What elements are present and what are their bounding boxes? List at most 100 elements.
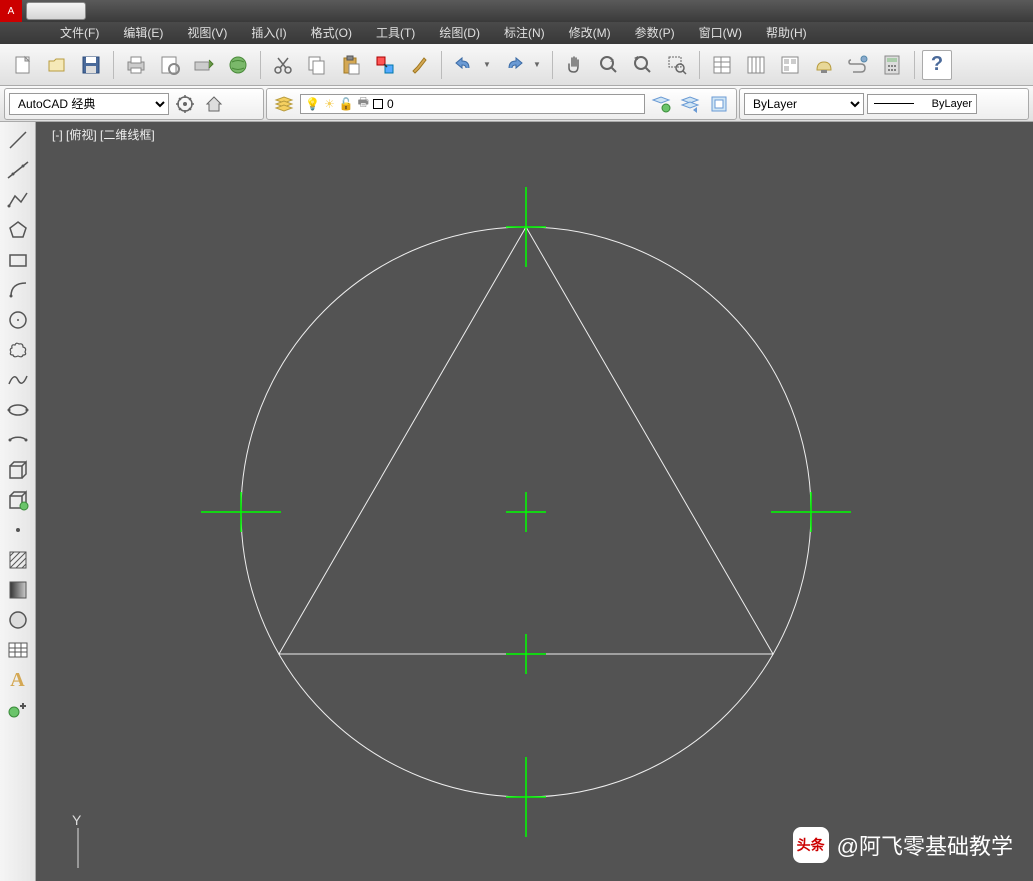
- sun-icon: ☀: [324, 97, 335, 111]
- menu-tools[interactable]: 工具(T): [364, 22, 427, 44]
- point-icon[interactable]: [3, 516, 33, 544]
- workspace-panel: AutoCAD 经典: [4, 88, 264, 120]
- print-icon[interactable]: [121, 50, 151, 80]
- layer-panel: 💡 ☀ 🔓 🖶 0: [266, 88, 737, 120]
- title-bar: A: [0, 0, 1033, 22]
- publish-icon[interactable]: [189, 50, 219, 80]
- save-icon[interactable]: [76, 50, 106, 80]
- menu-format[interactable]: 格式(O): [299, 22, 364, 44]
- add-selected-icon[interactable]: [3, 696, 33, 724]
- undo-icon[interactable]: [449, 50, 479, 80]
- tool-palette-icon[interactable]: [775, 50, 805, 80]
- gradient-icon[interactable]: [3, 576, 33, 604]
- ucs-y-label: Y: [72, 812, 102, 828]
- insert-block-icon[interactable]: [3, 456, 33, 484]
- properties-toolbar: AutoCAD 经典 💡 ☀ 🔓 🖶 0 ByLayer ByLayer: [0, 86, 1033, 122]
- 3dprint-icon[interactable]: [223, 50, 253, 80]
- construction-line-icon[interactable]: [3, 156, 33, 184]
- lock-icon: 🔓: [339, 97, 354, 111]
- watermark-text: @阿飞零基础教学: [837, 829, 1013, 861]
- grip-base[interactable]: [506, 634, 546, 674]
- linetype-dropdown[interactable]: ByLayer: [867, 94, 977, 114]
- line-icon[interactable]: [3, 126, 33, 154]
- watermark: 头条 @阿飞零基础教学: [793, 827, 1013, 863]
- ucs-icon: Y: [72, 812, 102, 871]
- grip-top[interactable]: [506, 187, 546, 267]
- brush-icon[interactable]: [404, 50, 434, 80]
- menu-dimension[interactable]: 标注(N): [492, 22, 557, 44]
- arc-icon[interactable]: [3, 276, 33, 304]
- bulb-icon: 💡: [305, 97, 320, 111]
- region-icon[interactable]: [3, 606, 33, 634]
- help-icon[interactable]: ?: [922, 50, 952, 80]
- circle-icon[interactable]: [3, 306, 33, 334]
- menu-modify[interactable]: 修改(M): [557, 22, 623, 44]
- calc-icon[interactable]: [877, 50, 907, 80]
- drawing-content: [36, 122, 1033, 881]
- undo-dropdown[interactable]: ▼: [483, 60, 495, 69]
- layer-dropdown[interactable]: 💡 ☀ 🔓 🖶 0: [300, 94, 645, 114]
- menu-parametric[interactable]: 参数(P): [623, 22, 687, 44]
- workspace-settings-icon[interactable]: [172, 91, 198, 117]
- grip-center[interactable]: [506, 492, 546, 532]
- properties-panel: ByLayer ByLayer: [739, 88, 1029, 120]
- properties-icon[interactable]: [707, 50, 737, 80]
- zoom-window-icon[interactable]: [662, 50, 692, 80]
- paste-icon[interactable]: [336, 50, 366, 80]
- workspace-home-icon[interactable]: [201, 91, 227, 117]
- polygon-icon[interactable]: [3, 216, 33, 244]
- match-prop-icon[interactable]: [370, 50, 400, 80]
- menu-insert[interactable]: 插入(I): [239, 22, 298, 44]
- redo-dropdown[interactable]: ▼: [533, 60, 545, 69]
- print-layer-icon: 🖶: [358, 93, 369, 114]
- make-block-icon[interactable]: [3, 486, 33, 514]
- text-icon[interactable]: A: [3, 666, 33, 694]
- new-icon[interactable]: [8, 50, 38, 80]
- sheet-set-icon[interactable]: [741, 50, 771, 80]
- workspace-dropdown[interactable]: AutoCAD 经典: [9, 93, 169, 115]
- menu-edit[interactable]: 编辑(E): [111, 22, 175, 44]
- layer-iso-icon[interactable]: [706, 91, 732, 117]
- grip-bottom[interactable]: [506, 757, 546, 837]
- spline-icon[interactable]: [3, 366, 33, 394]
- zoom-realtime-icon[interactable]: ±: [594, 50, 624, 80]
- revision-cloud-icon[interactable]: [3, 336, 33, 364]
- menu-view[interactable]: 视图(V): [175, 22, 239, 44]
- markup-icon[interactable]: [843, 50, 873, 80]
- table-icon[interactable]: [3, 636, 33, 664]
- pan-icon[interactable]: [560, 50, 590, 80]
- layer-previous-icon[interactable]: [677, 91, 703, 117]
- app-logo-icon: A: [0, 0, 22, 22]
- menu-window[interactable]: 窗口(W): [687, 22, 754, 44]
- clean-screen-icon[interactable]: [809, 50, 839, 80]
- menu-bar: 文件(F) 编辑(E) 视图(V) 插入(I) 格式(O) 工具(T) 绘图(D…: [0, 22, 1033, 44]
- hatch-icon[interactable]: [3, 546, 33, 574]
- color-swatch: [373, 99, 383, 109]
- menu-help[interactable]: 帮助(H): [754, 22, 819, 44]
- preview-icon[interactable]: [155, 50, 185, 80]
- draw-toolbar: A: [0, 122, 36, 881]
- color-dropdown[interactable]: ByLayer: [744, 93, 864, 115]
- layer-states-icon[interactable]: [648, 91, 674, 117]
- window-controls[interactable]: [26, 2, 86, 20]
- watermark-logo-icon: 头条: [793, 827, 829, 863]
- cut-icon[interactable]: [268, 50, 298, 80]
- menu-draw[interactable]: 绘图(D): [427, 22, 492, 44]
- layer-manager-icon[interactable]: [271, 91, 297, 117]
- rectangle-icon[interactable]: [3, 246, 33, 274]
- grip-left[interactable]: [201, 492, 281, 532]
- polyline-icon[interactable]: [3, 186, 33, 214]
- layer-name: 0: [387, 97, 394, 111]
- ellipse-icon[interactable]: [3, 396, 33, 424]
- standard-toolbar: ▼ ▼ ± ?: [0, 44, 1033, 86]
- svg-text:±: ±: [610, 57, 614, 64]
- triangle-geometry[interactable]: [279, 227, 773, 654]
- grip-right[interactable]: [771, 492, 851, 532]
- drawing-canvas[interactable]: [-] [俯视] [二维线框] Y 头条 @阿飞零基础教学: [36, 122, 1033, 881]
- copy-icon[interactable]: [302, 50, 332, 80]
- open-icon[interactable]: [42, 50, 72, 80]
- zoom-prev-icon[interactable]: [628, 50, 658, 80]
- menu-file[interactable]: 文件(F): [48, 22, 111, 44]
- redo-icon[interactable]: [499, 50, 529, 80]
- ellipse-arc-icon[interactable]: [3, 426, 33, 454]
